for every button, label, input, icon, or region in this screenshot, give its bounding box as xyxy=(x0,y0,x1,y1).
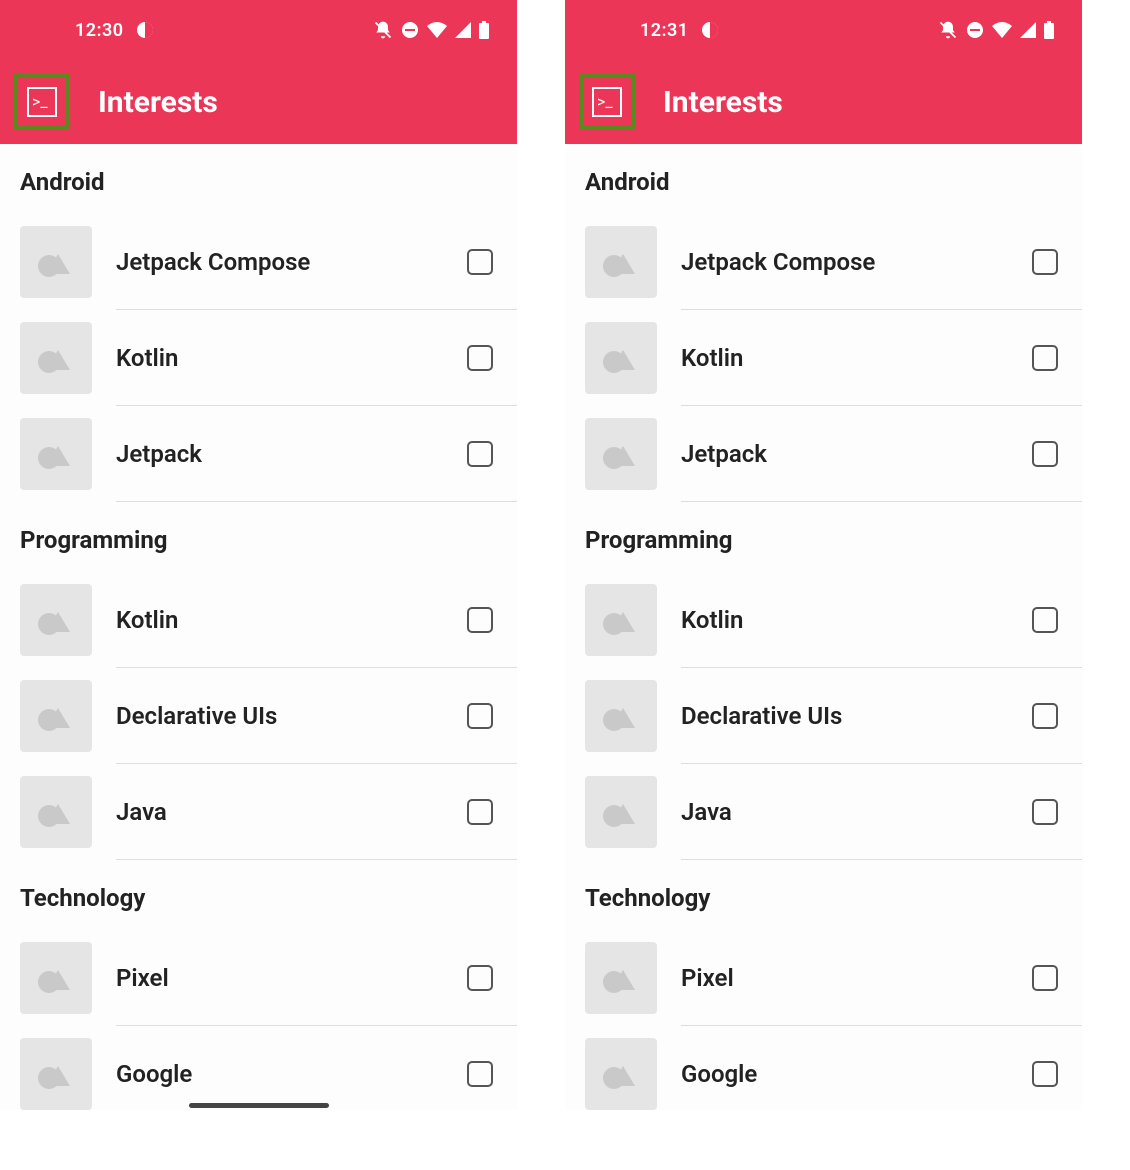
list-item[interactable]: Jetpack xyxy=(20,406,517,502)
phone-screen-right: 12:31 >_ Interests xyxy=(565,0,1082,1110)
item-label: Google xyxy=(116,1060,467,1088)
list-item[interactable]: Kotlin xyxy=(585,310,1082,406)
checkbox[interactable] xyxy=(1032,345,1058,371)
item-label: Jetpack xyxy=(116,440,467,468)
item-label: Jetpack Compose xyxy=(116,248,467,276)
placeholder-image-icon xyxy=(20,680,92,752)
app-bar: >_ Interests xyxy=(565,60,1082,144)
terminal-icon: >_ xyxy=(27,87,57,117)
status-time: 12:31 xyxy=(640,20,689,41)
list-item[interactable]: Pixel xyxy=(585,930,1082,1026)
content-scroll[interactable]: Android Jetpack Compose Kotlin Jetpack P… xyxy=(0,144,517,1110)
item-label: Jetpack xyxy=(681,440,1032,468)
wifi-icon xyxy=(992,22,1012,38)
checkbox[interactable] xyxy=(1032,799,1058,825)
app-bar: >_ Interests xyxy=(0,60,517,144)
checkbox[interactable] xyxy=(467,703,493,729)
list-item[interactable]: Kotlin xyxy=(585,572,1082,668)
item-label: Kotlin xyxy=(116,344,467,372)
checkbox[interactable] xyxy=(467,799,493,825)
section-header: Programming xyxy=(20,502,517,572)
section-header: Android xyxy=(585,144,1082,214)
list-item[interactable]: Google xyxy=(20,1026,517,1110)
item-label: Pixel xyxy=(116,964,467,992)
list-item[interactable]: Java xyxy=(20,764,517,860)
page-title: Interests xyxy=(663,85,783,120)
item-label: Kotlin xyxy=(681,344,1032,372)
dnd-icon xyxy=(966,21,984,39)
section-header: Technology xyxy=(20,860,517,930)
nav-drawer-button[interactable]: >_ xyxy=(14,74,70,130)
status-bar: 12:31 xyxy=(565,0,1082,60)
nav-handle[interactable] xyxy=(189,1103,329,1108)
list-item[interactable]: Jetpack Compose xyxy=(585,214,1082,310)
list-item[interactable]: Declarative UIs xyxy=(20,668,517,764)
list-item[interactable]: Declarative UIs xyxy=(585,668,1082,764)
battery-icon xyxy=(479,21,489,39)
placeholder-image-icon xyxy=(585,418,657,490)
status-bar: 12:30 xyxy=(0,0,517,60)
battery-icon xyxy=(1044,21,1054,39)
item-label: Declarative UIs xyxy=(116,702,467,730)
notifications-off-icon xyxy=(938,20,958,40)
placeholder-image-icon xyxy=(585,1038,657,1110)
item-label: Java xyxy=(681,798,1032,826)
placeholder-image-icon xyxy=(20,584,92,656)
placeholder-image-icon xyxy=(585,680,657,752)
nav-drawer-button[interactable]: >_ xyxy=(579,74,635,130)
page-title: Interests xyxy=(98,85,218,120)
placeholder-image-icon xyxy=(585,776,657,848)
signal-icon xyxy=(455,22,471,38)
checkbox[interactable] xyxy=(467,345,493,371)
placeholder-image-icon xyxy=(585,942,657,1014)
item-label: Pixel xyxy=(681,964,1032,992)
profile-status-icon xyxy=(136,21,154,39)
placeholder-image-icon xyxy=(20,1038,92,1110)
list-item[interactable]: Jetpack Compose xyxy=(20,214,517,310)
checkbox[interactable] xyxy=(467,607,493,633)
item-label: Java xyxy=(116,798,467,826)
checkbox[interactable] xyxy=(1032,249,1058,275)
placeholder-image-icon xyxy=(585,584,657,656)
phone-screen-left: 12:30 >_ Interests xyxy=(0,0,517,1110)
section-header: Android xyxy=(20,144,517,214)
item-label: Kotlin xyxy=(116,606,467,634)
placeholder-image-icon xyxy=(20,322,92,394)
checkbox[interactable] xyxy=(1032,441,1058,467)
signal-icon xyxy=(1020,22,1036,38)
placeholder-image-icon xyxy=(20,226,92,298)
list-item[interactable]: Jetpack xyxy=(585,406,1082,502)
dnd-icon xyxy=(401,21,419,39)
checkbox[interactable] xyxy=(467,1061,493,1087)
list-item[interactable]: Google xyxy=(585,1026,1082,1110)
section-header: Technology xyxy=(585,860,1082,930)
item-label: Google xyxy=(681,1060,1032,1088)
list-item[interactable]: Kotlin xyxy=(20,310,517,406)
checkbox[interactable] xyxy=(1032,607,1058,633)
notifications-off-icon xyxy=(373,20,393,40)
placeholder-image-icon xyxy=(20,942,92,1014)
item-label: Declarative UIs xyxy=(681,702,1032,730)
placeholder-image-icon xyxy=(585,226,657,298)
checkbox[interactable] xyxy=(467,249,493,275)
checkbox[interactable] xyxy=(467,965,493,991)
list-item[interactable]: Pixel xyxy=(20,930,517,1026)
profile-status-icon xyxy=(701,21,719,39)
placeholder-image-icon xyxy=(20,776,92,848)
placeholder-image-icon xyxy=(20,418,92,490)
terminal-icon: >_ xyxy=(592,87,622,117)
checkbox[interactable] xyxy=(1032,965,1058,991)
item-label: Jetpack Compose xyxy=(681,248,1032,276)
checkbox[interactable] xyxy=(1032,1061,1058,1087)
checkbox[interactable] xyxy=(1032,703,1058,729)
content-scroll[interactable]: Android Jetpack Compose Kotlin Jetpack P… xyxy=(565,144,1082,1110)
item-label: Kotlin xyxy=(681,606,1032,634)
checkbox[interactable] xyxy=(467,441,493,467)
status-time: 12:30 xyxy=(75,20,124,41)
placeholder-image-icon xyxy=(585,322,657,394)
list-item[interactable]: Kotlin xyxy=(20,572,517,668)
section-header: Programming xyxy=(585,502,1082,572)
wifi-icon xyxy=(427,22,447,38)
list-item[interactable]: Java xyxy=(585,764,1082,860)
